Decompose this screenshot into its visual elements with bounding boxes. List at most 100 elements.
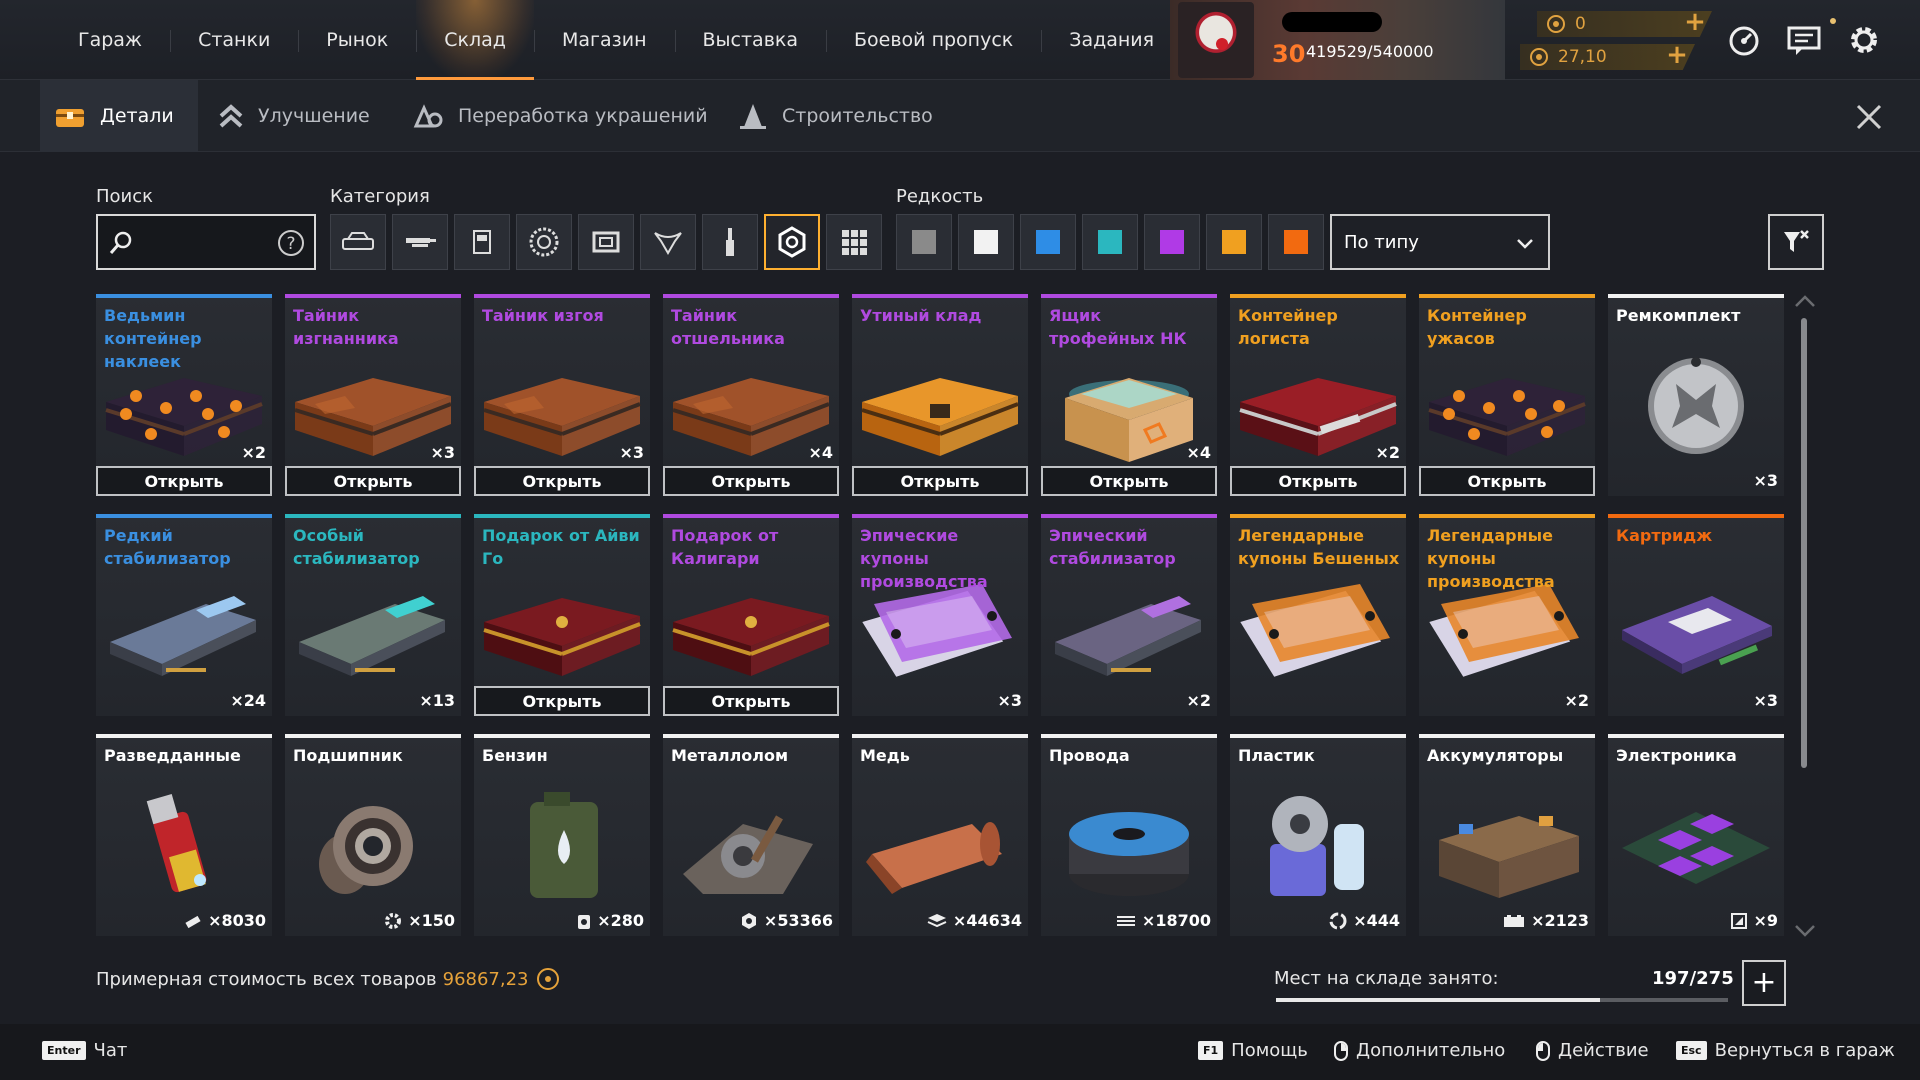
item-card[interactable]: Эпические купоны производства ×3 [852, 514, 1028, 716]
sort-select[interactable]: По типу [1330, 214, 1550, 270]
item-card[interactable]: Разведданные ×8030 [96, 734, 272, 936]
item-card[interactable]: Ремкомплект ×3 [1608, 294, 1784, 496]
category-filter-paint[interactable] [702, 214, 758, 270]
item-card[interactable]: Аккумуляторы ×2123 [1419, 734, 1595, 936]
scroll-down-icon[interactable] [1794, 924, 1816, 938]
item-card[interactable]: Металлолом ×53366 [663, 734, 839, 936]
tab-construction[interactable]: Строительство [724, 80, 947, 152]
nav-market[interactable]: Рынок [298, 0, 416, 80]
hint-more[interactable]: Дополнительно [1334, 1040, 1505, 1061]
category-filter-decor[interactable] [640, 214, 696, 270]
item-card[interactable]: Редкий стабилизатор ×24 [96, 514, 272, 716]
rarity-filter-6[interactable] [1206, 214, 1262, 270]
close-icon[interactable] [1852, 100, 1886, 134]
rarity-swatch [1098, 230, 1122, 254]
category-filter-weapon[interactable] [392, 214, 448, 270]
hint-chat[interactable]: Enter Чат [42, 1040, 127, 1061]
category-filter-item[interactable] [764, 214, 820, 270]
item-quantity-value: ×150 [408, 911, 455, 930]
open-button[interactable]: Открыть [1230, 466, 1406, 496]
item-quantity: ×2 [1186, 691, 1211, 710]
open-button[interactable]: Открыть [852, 466, 1028, 496]
item-card[interactable]: Подарок от Калигари Открыть [663, 514, 839, 716]
item-image [663, 784, 839, 904]
rarity-filter-5[interactable] [1144, 214, 1200, 270]
rarity-stripe [1608, 734, 1784, 738]
open-button[interactable]: Открыть [96, 466, 272, 496]
item-quantity: ×8030 [184, 911, 266, 930]
category-filter-frame[interactable] [578, 214, 634, 270]
hint-help[interactable]: F1 Помощь [1198, 1040, 1308, 1061]
item-quantity: ×3 [430, 443, 455, 462]
item-card[interactable]: Пластик ×444 [1230, 734, 1406, 936]
item-title: Тайник изгоя [482, 306, 604, 325]
item-title: Ведьмин контейнер наклеек [104, 306, 202, 371]
item-card[interactable]: Картридж ×3 [1608, 514, 1784, 716]
tab-recycle-decor[interactable]: Переработка украшений [398, 80, 722, 152]
scrollbar-thumb[interactable] [1801, 318, 1807, 768]
item-card[interactable]: Контейнер логиста ×2 Открыть [1230, 294, 1406, 496]
rarity-filter-2[interactable] [958, 214, 1014, 270]
rarity-filter-3[interactable] [1020, 214, 1076, 270]
add-coupons-button[interactable]: + [1682, 9, 1708, 35]
item-card[interactable]: Медь ×44634 [852, 734, 1028, 936]
item-card[interactable]: Тайник изгоя ×3 Открыть [474, 294, 650, 496]
rarity-filter-1[interactable] [896, 214, 952, 270]
nav-shop[interactable]: Магазин [533, 0, 675, 80]
item-card[interactable]: Тайник отшельника ×4 Открыть [663, 294, 839, 496]
item-image [1608, 344, 1784, 464]
tab-details[interactable]: Детали [40, 80, 198, 152]
item-card[interactable]: Контейнер ужасов Открыть [1419, 294, 1595, 496]
add-crowns-button[interactable]: + [1664, 42, 1690, 68]
help-icon[interactable]: ? [276, 228, 306, 258]
open-button[interactable]: Открыть [663, 686, 839, 716]
category-filter-all[interactable] [826, 214, 882, 270]
open-button[interactable]: Открыть [1419, 466, 1595, 496]
search-input[interactable] [142, 226, 262, 258]
settings-gear-icon[interactable] [1846, 22, 1882, 58]
expand-storage-button[interactable]: + [1742, 960, 1786, 1006]
scroll-up-icon[interactable] [1794, 294, 1816, 308]
category-label: Категория [330, 186, 430, 207]
item-card[interactable]: Ящик трофейных НК ×4 Открыть [1041, 294, 1217, 496]
item-card[interactable]: Провода ×18700 [1041, 734, 1217, 936]
item-quantity-value: ×3 [1753, 471, 1778, 490]
reset-filters-button[interactable] [1768, 214, 1824, 270]
open-button[interactable]: Открыть [663, 466, 839, 496]
nav-garage[interactable]: Гараж [50, 0, 170, 80]
item-card[interactable]: Эпический стабилизатор ×2 [1041, 514, 1217, 716]
rarity-stripe [852, 514, 1028, 518]
tab-upgrade[interactable]: Улучшение [204, 80, 384, 152]
item-card[interactable]: Ведьмин контейнер наклеек ×2 Открыть [96, 294, 272, 496]
item-card[interactable]: Электроника ×9 [1608, 734, 1784, 936]
item-card[interactable]: Тайник изгнанника ×3 Открыть [285, 294, 461, 496]
item-card[interactable]: Подарок от Айви Го Открыть [474, 514, 650, 716]
nav-storage[interactable]: Склад [416, 0, 534, 80]
category-filter-cabin[interactable] [454, 214, 510, 270]
hint-back[interactable]: Esc Вернуться в гараж [1676, 1040, 1895, 1061]
open-button[interactable]: Открыть [474, 686, 650, 716]
nav-battle-pass[interactable]: Боевой пропуск [826, 0, 1041, 80]
item-quantity: ×9 [1731, 911, 1778, 930]
item-card[interactable]: Подшипник ×150 [285, 734, 461, 936]
player-panel[interactable]: 30 419529/540000 [1170, 0, 1505, 80]
item-card[interactable]: Бензин ×280 [474, 734, 650, 936]
rarity-stripe [96, 734, 272, 738]
nav-exhibition[interactable]: Выставка [674, 0, 827, 80]
item-card[interactable]: Особый стабилизатор ×13 [285, 514, 461, 716]
item-card[interactable]: Легендарные купоны Бешеных [1230, 514, 1406, 716]
category-filter-car[interactable] [330, 214, 386, 270]
nav-tasks[interactable]: Задания [1041, 0, 1182, 80]
open-button[interactable]: Открыть [285, 466, 461, 496]
speedometer-icon[interactable] [1726, 22, 1762, 58]
item-card[interactable]: Утиный клад Открыть [852, 294, 1028, 496]
rarity-filter-4[interactable] [1082, 214, 1138, 270]
rarity-filter-7[interactable] [1268, 214, 1324, 270]
category-filter-wheel[interactable] [516, 214, 572, 270]
item-card[interactable]: Легендарные купоны производства ×2 [1419, 514, 1595, 716]
open-button[interactable]: Открыть [1041, 466, 1217, 496]
open-button[interactable]: Открыть [474, 466, 650, 496]
nav-machines[interactable]: Станки [170, 0, 298, 80]
messages-icon[interactable] [1786, 22, 1822, 58]
hint-action[interactable]: Действие [1536, 1040, 1649, 1061]
